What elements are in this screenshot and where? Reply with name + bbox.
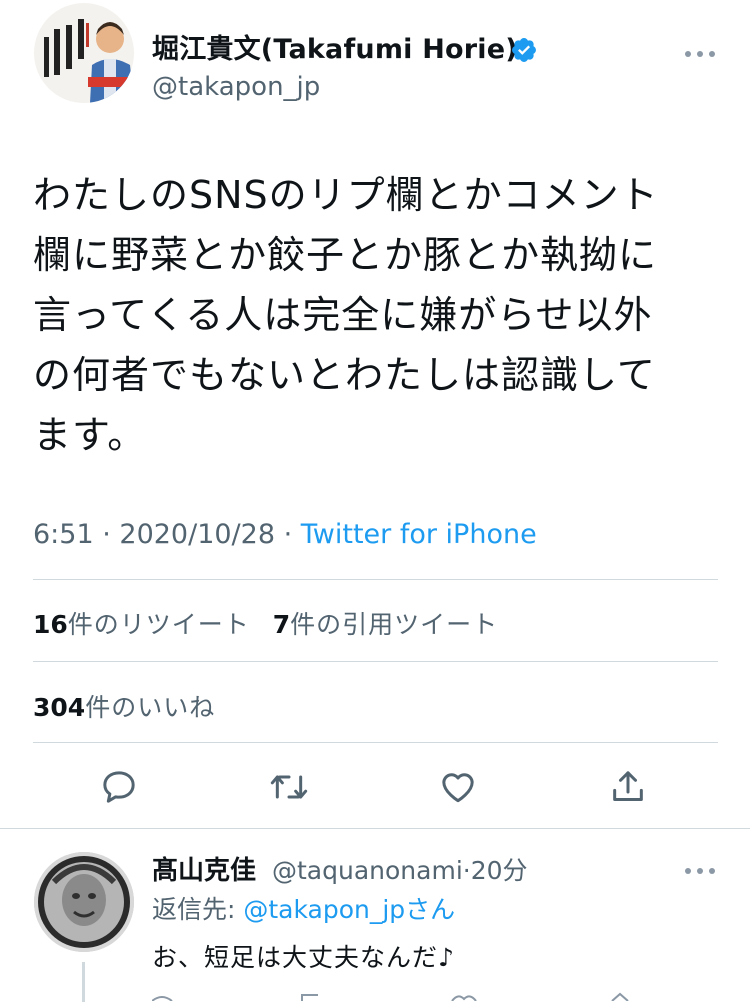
divider (33, 579, 718, 580)
divider (33, 661, 718, 662)
author-display-name[interactable]: 堀江貴文(Takafumi Horie) (152, 27, 518, 66)
quotes-label: 件の引用ツイート (290, 610, 499, 639)
share-icon[interactable] (608, 767, 648, 807)
author-handle[interactable]: @takapon_jp (152, 72, 320, 102)
replying-to-handle[interactable]: @takapon_jpさん (243, 895, 455, 924)
tweet-source[interactable]: Twitter for iPhone (301, 519, 537, 550)
meta-separator: · (462, 856, 471, 885)
quotes-count: 7 (272, 610, 291, 639)
likes-stat[interactable]: 304件のいいね (33, 688, 215, 724)
tweet-meta: 6:51 · 2020/10/28 · Twitter for iPhone (33, 519, 537, 550)
reply-author-meta: @taquanonami·20分 (272, 851, 528, 887)
retweet-quote-stats: 16件のリツイート 7件の引用ツイート (33, 605, 498, 641)
reply-icon[interactable] (99, 767, 139, 807)
quotes-stat[interactable]: 7件の引用ツイート (273, 610, 498, 639)
likes-count: 304 (33, 693, 86, 722)
author-avatar[interactable] (34, 3, 134, 103)
thread-connector-line (82, 962, 85, 1002)
divider (33, 742, 718, 743)
reply-time: 20分 (470, 856, 528, 885)
reply-author-name[interactable]: 髙山克佳 (152, 850, 256, 887)
reply-author-handle[interactable]: @taquanonami (272, 856, 463, 885)
retweets-count: 16 (33, 610, 68, 639)
like-icon[interactable] (438, 767, 478, 807)
reply-text: お、短足は大丈夫なんだ♪ (152, 943, 455, 972)
meta-separator: · (275, 519, 301, 550)
section-divider (0, 828, 750, 829)
tweet-date[interactable]: 2020/10/28 (119, 519, 275, 550)
reply-author-avatar[interactable] (34, 852, 134, 952)
meta-separator: · (93, 519, 120, 550)
reply-action-bar (151, 986, 712, 1002)
retweet-icon[interactable] (269, 767, 309, 807)
more-options-icon[interactable] (684, 862, 716, 874)
retweets-label: 件のリツイート (67, 610, 250, 639)
replying-to: 返信先: @takapon_jpさん (152, 890, 455, 926)
user-avatar-icon (34, 852, 134, 952)
replying-to-prefix: 返信先: (152, 895, 244, 924)
more-options-icon[interactable] (684, 45, 716, 57)
likes-label: 件のいいね (85, 693, 216, 722)
tweet-text: わたしのSNSのリプ欄とかコメント 欄に野菜とか餃子とか豚とか執拗に 言ってくる… (33, 173, 659, 457)
retweets-stat[interactable]: 16件のリツイート (33, 610, 250, 639)
tweet-time[interactable]: 6:51 (33, 519, 94, 550)
verified-badge-icon (510, 36, 538, 64)
book-cover-avatar-icon (34, 3, 134, 103)
